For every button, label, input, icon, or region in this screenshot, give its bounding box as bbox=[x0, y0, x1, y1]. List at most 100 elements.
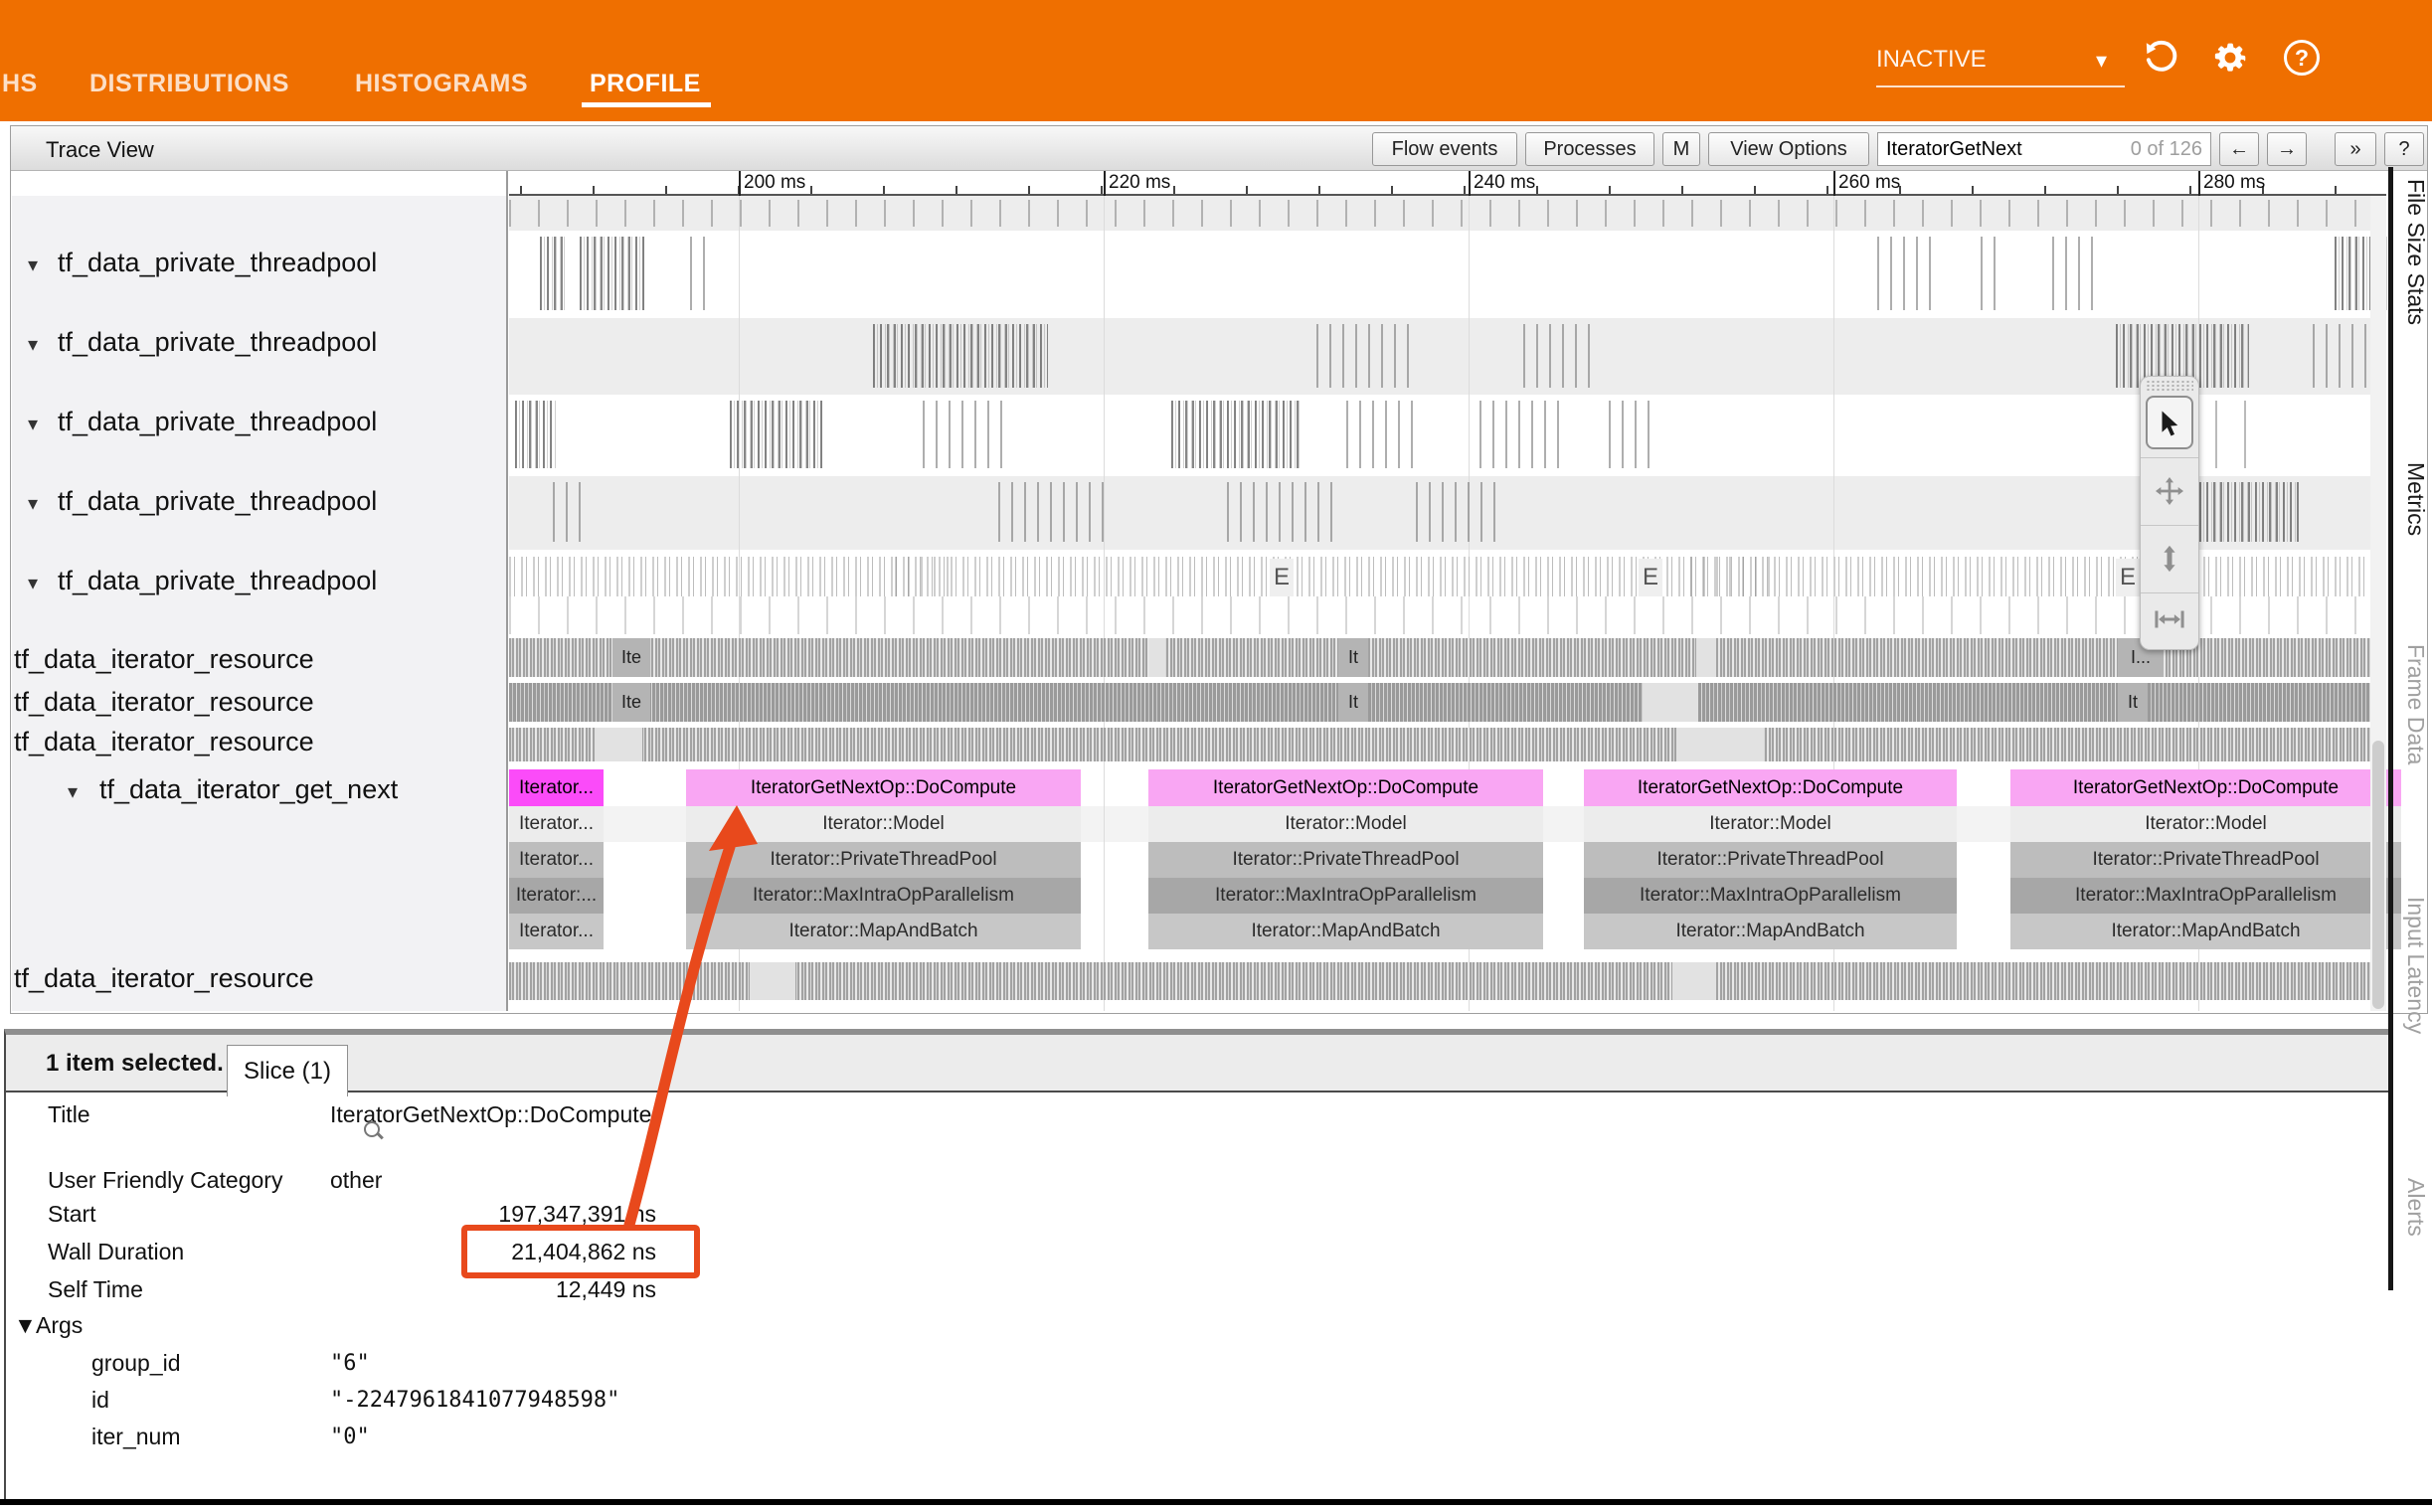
tab-slice[interactable]: Slice (1) bbox=[227, 1045, 348, 1096]
active-tab-underline bbox=[582, 102, 711, 107]
track-label-panel bbox=[12, 196, 507, 1011]
slice-bar[interactable]: Iterator... bbox=[509, 914, 604, 949]
slice-chip[interactable]: IteratorGetNextOp::DoCompute bbox=[2010, 769, 2401, 806]
run-status-select[interactable]: INACTIVE bbox=[1876, 46, 1987, 74]
slice-bar[interactable]: Iterator::MaxIntraOpParallelism bbox=[2010, 878, 2401, 914]
flow-events-button[interactable]: Flow events bbox=[1372, 132, 1517, 166]
event-marker[interactable]: E bbox=[2116, 559, 2140, 596]
slice-chip[interactable]: IteratorGetNextOp::DoCompute bbox=[1148, 769, 1543, 806]
slice-chip[interactable]: IteratorGetNextOp::DoCompute bbox=[686, 769, 1081, 806]
side-tab-frame-data[interactable]: Frame Data bbox=[2395, 644, 2429, 764]
find-input[interactable]: IteratorGetNext 0 of 126 bbox=[1877, 132, 2211, 166]
find-next-button[interactable]: → bbox=[2267, 132, 2307, 166]
details-header bbox=[6, 1035, 2388, 1092]
collapse-triangle-icon[interactable]: ▾ bbox=[28, 491, 38, 516]
palette-drag-handle[interactable] bbox=[2146, 380, 2193, 392]
resource-slice-label[interactable]: Ite bbox=[612, 683, 650, 722]
field-value: other bbox=[330, 1167, 382, 1194]
resource-slice-label[interactable]: It bbox=[1338, 683, 1368, 722]
track-row-label[interactable]: tf_data_private_threadpool bbox=[58, 248, 377, 278]
arg-value: "-2247961841077948598" bbox=[330, 1388, 619, 1413]
collapse-triangle-icon[interactable]: ▾ bbox=[68, 779, 78, 804]
scrollbar-thumb[interactable] bbox=[2372, 741, 2384, 1009]
slice-bar[interactable]: Iterator::Model bbox=[1584, 806, 1957, 842]
reload-icon[interactable] bbox=[2142, 40, 2177, 76]
resource-slice-label[interactable]: It bbox=[2118, 683, 2148, 722]
track-row-label[interactable]: tf_data_private_threadpool bbox=[58, 407, 377, 437]
window-bottom-edge bbox=[0, 1499, 2432, 1505]
slice-bar[interactable]: Iterator::MapAndBatch bbox=[1148, 914, 1543, 949]
track-row-label[interactable]: tf_data_iterator_get_next bbox=[99, 774, 398, 805]
slice-bar[interactable]: Iterator::MapAndBatch bbox=[686, 914, 1081, 949]
settings-gear-icon[interactable] bbox=[2212, 40, 2248, 76]
find-match-counter: 0 of 126 bbox=[2131, 138, 2202, 161]
slice-bar[interactable]: Iterator::MaxIntraOpParallelism bbox=[1584, 878, 1957, 914]
resource-track-events[interactable] bbox=[509, 728, 2370, 761]
processes-button[interactable]: Processes bbox=[1525, 132, 1654, 166]
collapse-triangle-icon[interactable]: ▾ bbox=[28, 571, 38, 595]
track-row-label[interactable]: tf_data_iterator_resource bbox=[14, 644, 314, 675]
search-icon[interactable] bbox=[362, 1119, 386, 1143]
zoom-mode-button[interactable] bbox=[2140, 527, 2199, 590]
event-marker[interactable]: E bbox=[1639, 559, 1662, 596]
track-row-label[interactable]: tf_data_private_threadpool bbox=[58, 327, 377, 358]
slice-bar[interactable]: Iterator... bbox=[509, 842, 604, 878]
tab-profile[interactable]: PROFILE bbox=[590, 70, 701, 98]
slice-bar[interactable]: Iterator::PrivateThreadPool bbox=[1584, 842, 1957, 878]
slice-chip-selected[interactable]: Iterator... bbox=[509, 769, 604, 806]
arg-value: "0" bbox=[330, 1425, 370, 1449]
event-marker[interactable]: E bbox=[1270, 559, 1294, 596]
slice-bar[interactable]: Iterator::MaxIntraOpParallelism bbox=[686, 878, 1081, 914]
resource-slice-label[interactable]: Ite bbox=[612, 638, 650, 677]
args-header[interactable]: Args bbox=[36, 1312, 83, 1339]
side-tab-alerts[interactable]: Alerts bbox=[2395, 1178, 2429, 1237]
side-tab-file-size-stats[interactable]: File Size Stats bbox=[2395, 179, 2429, 325]
resource-track-events[interactable] bbox=[509, 638, 2370, 677]
slice-bar[interactable]: Iterator::MapAndBatch bbox=[1584, 914, 1957, 949]
track-row-label[interactable]: tf_data_iterator_resource bbox=[14, 687, 314, 718]
collapse-triangle-icon[interactable]: ▾ bbox=[28, 412, 38, 436]
side-tab-input-latency[interactable]: Input Latency bbox=[2395, 897, 2429, 1034]
field-label: User Friendly Category bbox=[48, 1167, 282, 1194]
slice-chip[interactable]: IteratorGetNextOp::DoCompute bbox=[1584, 769, 1957, 806]
chevron-down-icon[interactable]: ▾ bbox=[2096, 48, 2107, 74]
side-tabs-divider bbox=[2388, 167, 2393, 1290]
metadata-button[interactable]: M bbox=[1662, 132, 1700, 166]
tab-histograms[interactable]: HISTOGRAMS bbox=[355, 70, 528, 98]
selection-mode-button[interactable] bbox=[2140, 392, 2199, 455]
resource-track-events[interactable] bbox=[509, 683, 2370, 722]
ruler-label: 260 ms bbox=[1838, 172, 1900, 194]
slice-bar[interactable]: Iterator::PrivateThreadPool bbox=[2010, 842, 2401, 878]
resource-slice-label[interactable]: It bbox=[1338, 638, 1368, 677]
pan-mode-button[interactable] bbox=[2140, 459, 2199, 523]
tab-distributions[interactable]: DISTRIBUTIONS bbox=[89, 70, 289, 98]
side-tab-metrics[interactable]: Metrics bbox=[2395, 462, 2429, 536]
slice-bar[interactable]: Iterator::PrivateThreadPool bbox=[686, 842, 1081, 878]
slice-bar[interactable]: Iterator::PrivateThreadPool bbox=[1148, 842, 1543, 878]
arg-key: id bbox=[91, 1387, 109, 1414]
panel-timeline-divider[interactable] bbox=[506, 171, 508, 1011]
track-row-label[interactable]: tf_data_private_threadpool bbox=[58, 566, 377, 596]
collapse-triangle-icon[interactable]: ▾ bbox=[28, 252, 38, 277]
slice-bar[interactable]: Iterator::Model bbox=[1148, 806, 1543, 842]
tab-graphs-partial[interactable]: HS bbox=[2, 70, 38, 98]
slice-bar[interactable]: Iterator::Model bbox=[2010, 806, 2401, 842]
track-row-label[interactable]: tf_data_iterator_resource bbox=[14, 727, 314, 757]
timing-mode-button[interactable] bbox=[2140, 590, 2199, 648]
collapse-controls-button[interactable]: » bbox=[2335, 132, 2376, 166]
vertical-zoom-icon bbox=[2155, 544, 2184, 574]
slice-bar[interactable]: Iterator... bbox=[509, 806, 604, 842]
slice-bar[interactable]: Iterator::Model bbox=[686, 806, 1081, 842]
slice-bar[interactable]: Iterator::MaxIntraOpParallelism bbox=[1148, 878, 1543, 914]
shortcuts-help-button[interactable]: ? bbox=[2384, 132, 2424, 166]
find-prev-button[interactable]: ← bbox=[2219, 132, 2259, 166]
slice-bar[interactable]: Iterator:... bbox=[509, 878, 604, 914]
collapse-triangle-icon[interactable]: ▾ bbox=[28, 332, 38, 357]
args-triangle-icon[interactable]: ▼ bbox=[14, 1312, 37, 1339]
slice-bar[interactable]: Iterator::MapAndBatch bbox=[2010, 914, 2401, 949]
view-options-button[interactable]: View Options bbox=[1708, 132, 1869, 166]
track-row-label[interactable]: tf_data_private_threadpool bbox=[58, 486, 377, 517]
help-icon[interactable]: ? bbox=[2284, 40, 2320, 76]
pan-icon bbox=[2154, 475, 2185, 507]
track-row-label[interactable]: tf_data_iterator_resource bbox=[14, 963, 314, 994]
